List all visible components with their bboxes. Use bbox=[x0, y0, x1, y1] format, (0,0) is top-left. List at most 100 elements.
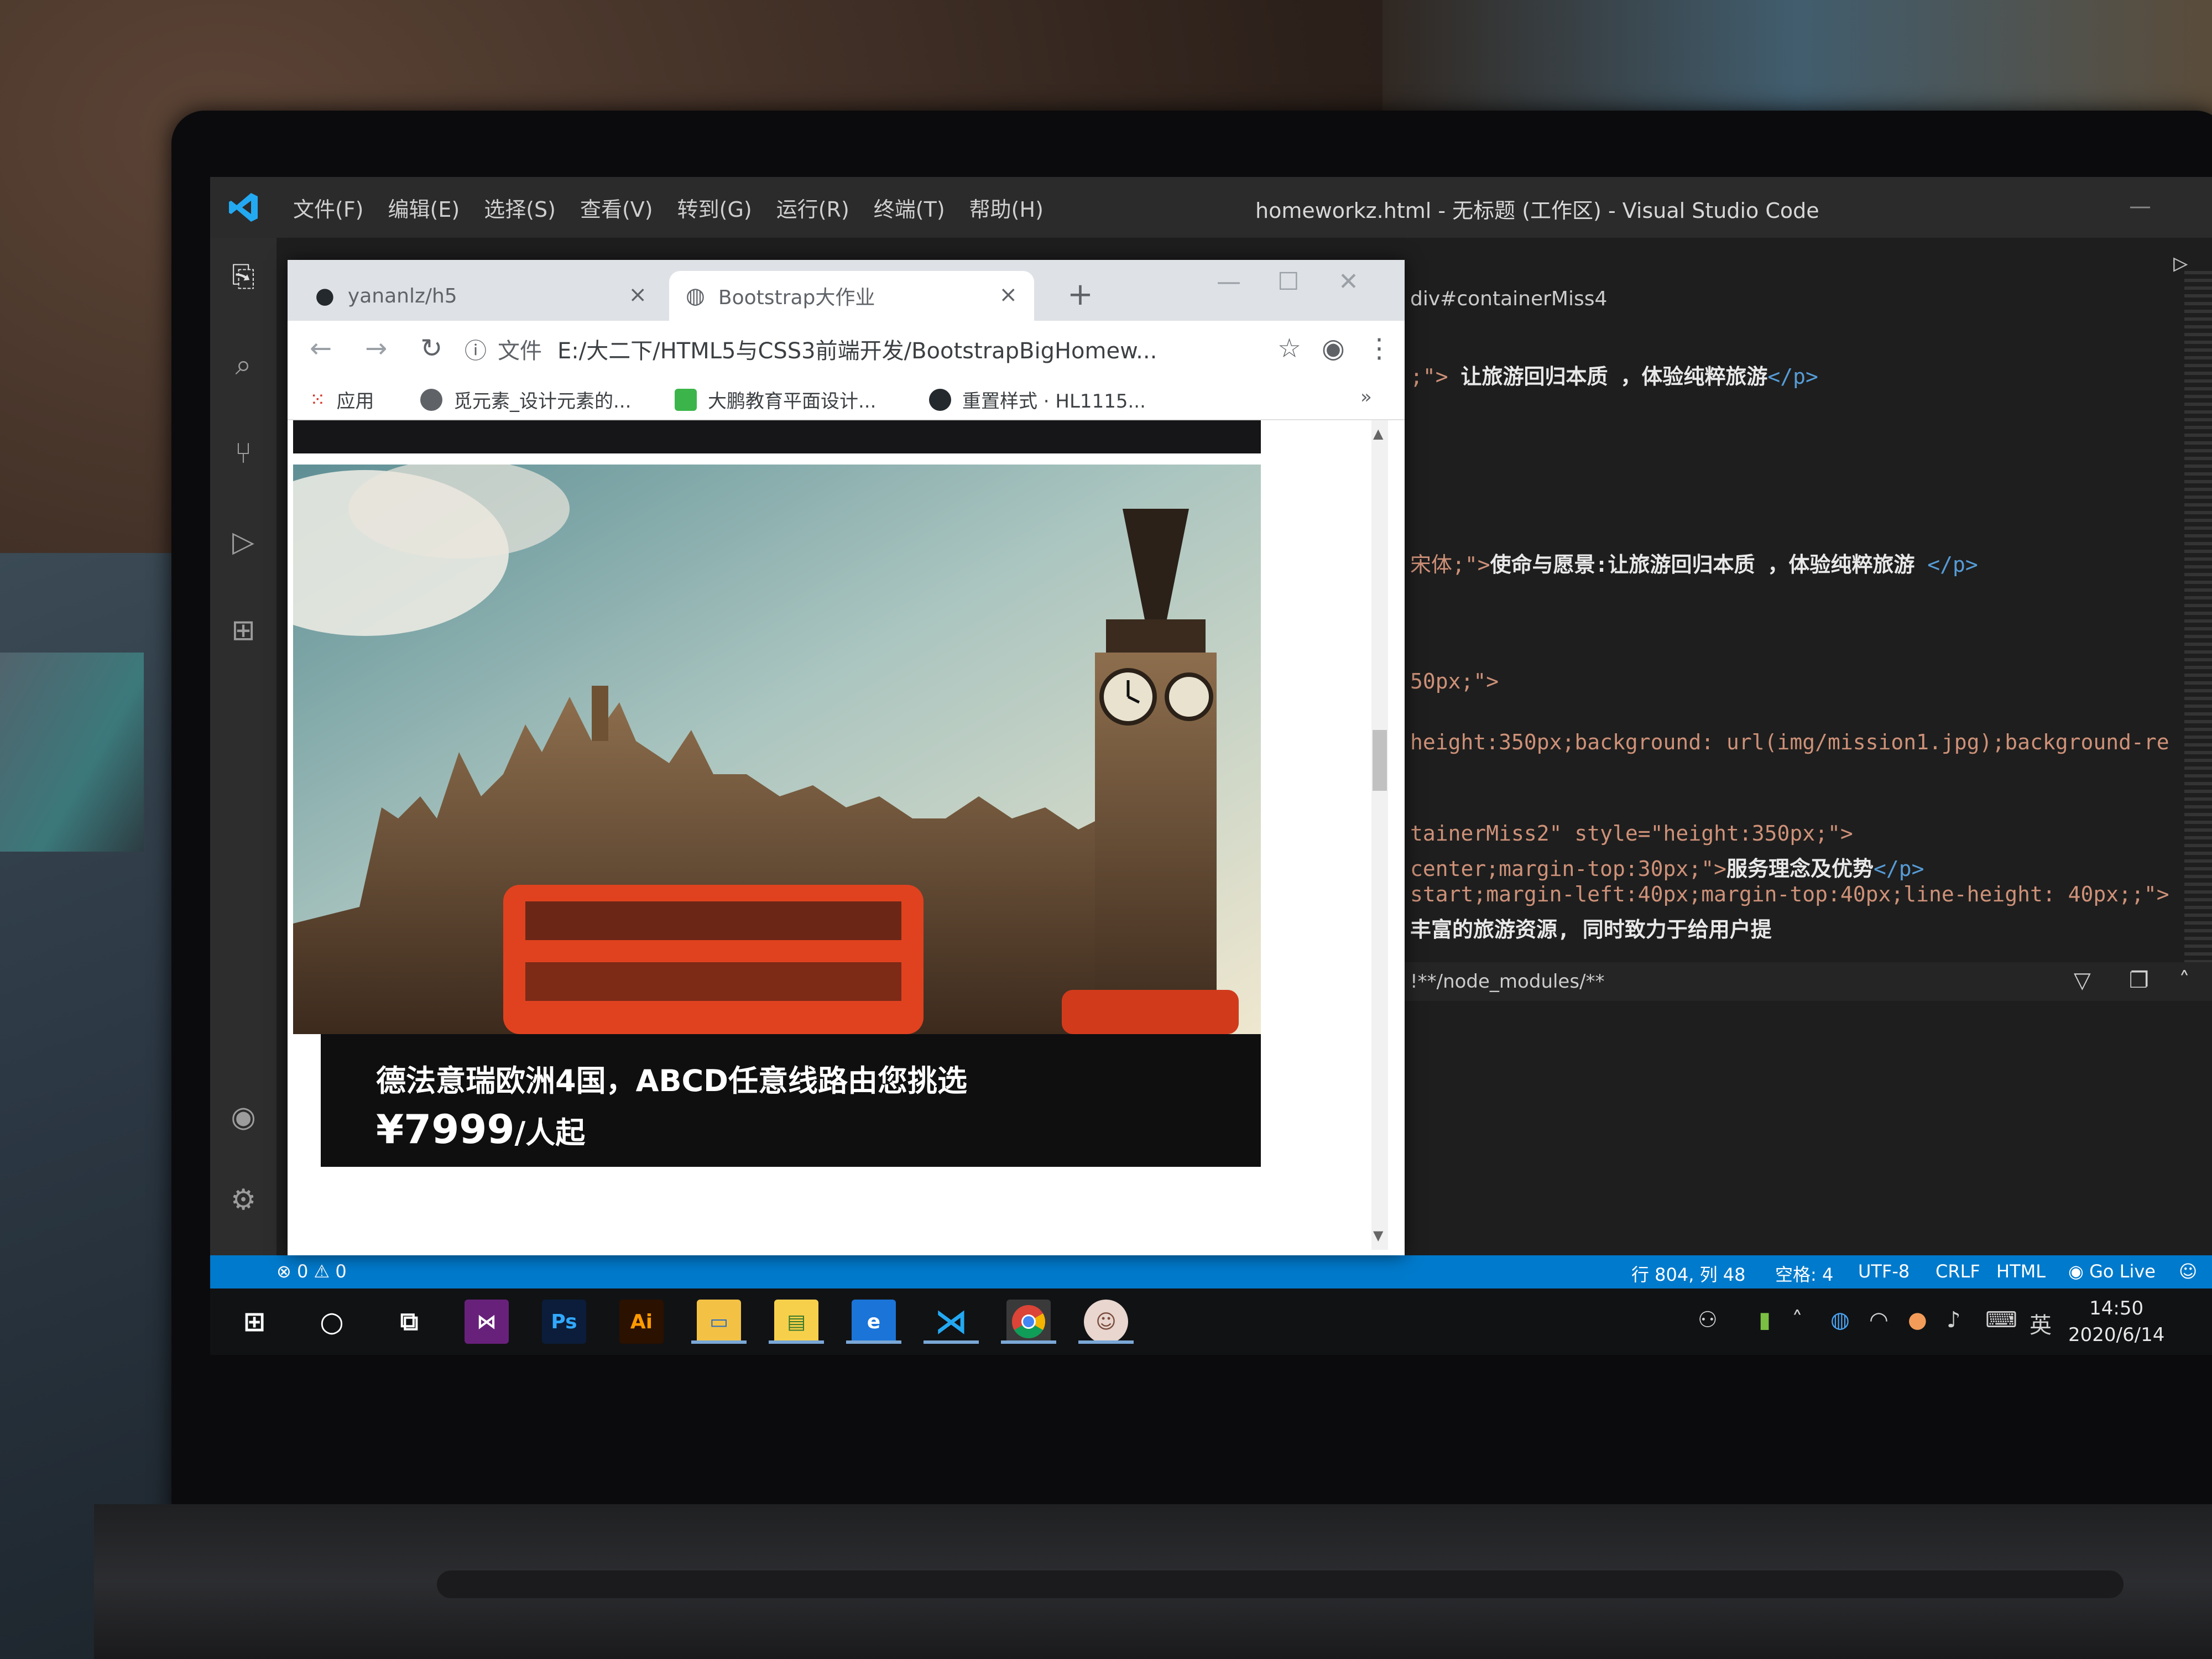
panel-header: !**/node_modules/** ▽ ❐ ˄ bbox=[1399, 962, 2212, 1001]
page-scrollbar[interactable] bbox=[1371, 420, 1388, 1250]
more-bookmarks-chevron-icon[interactable]: » bbox=[1360, 386, 1372, 408]
cortana-search-icon[interactable]: ○ bbox=[310, 1300, 354, 1344]
files-exclude-filter[interactable]: !**/node_modules/** bbox=[1410, 971, 1605, 993]
feedback-icon[interactable]: ☺ bbox=[2179, 1261, 2197, 1282]
file-explorer-icon[interactable]: ▭ bbox=[691, 1300, 747, 1344]
scrollbar-thumb[interactable] bbox=[1373, 730, 1387, 791]
menu-view[interactable]: 查看(V) bbox=[580, 192, 653, 223]
close-tab-icon[interactable]: × bbox=[628, 282, 647, 307]
broadcast-icon: ◉ bbox=[2068, 1261, 2090, 1282]
menu-run[interactable]: 运行(R) bbox=[776, 192, 849, 223]
go-live-button[interactable]: ◉ Go Live bbox=[2068, 1261, 2156, 1282]
edge-icon[interactable]: e bbox=[846, 1300, 901, 1344]
chrome-taskbar-icon[interactable] bbox=[1001, 1300, 1056, 1344]
keyboard-icon[interactable]: ⌨ bbox=[1985, 1307, 2017, 1333]
laptop-hinge bbox=[437, 1571, 2124, 1598]
code-line: 宋体;">使命与愿景:让旅游回归本质 ，体验纯粹旅游 </p> bbox=[1410, 552, 1978, 577]
profile-icon[interactable]: ◉ bbox=[1322, 333, 1345, 364]
task-view-icon[interactable]: ⧉ bbox=[387, 1300, 431, 1344]
globe-icon: ◍ bbox=[686, 283, 705, 309]
bookmark-apps[interactable]: ⁙ 应用 bbox=[310, 386, 374, 413]
menu-file[interactable]: 文件(F) bbox=[293, 192, 364, 223]
tray-app-icon[interactable]: ● bbox=[1908, 1307, 1927, 1333]
encoding-status[interactable]: UTF-8 bbox=[1858, 1261, 1910, 1282]
url-scheme-label: 文件 bbox=[498, 338, 542, 364]
bookmark-star-icon[interactable]: ☆ bbox=[1277, 333, 1301, 364]
maximize-icon[interactable]: ☐ bbox=[1277, 268, 1299, 296]
minimize-icon[interactable]: — bbox=[2129, 194, 2151, 219]
explorer-icon[interactable]: ⎘ bbox=[227, 260, 260, 293]
go-live-label: Go Live bbox=[2089, 1261, 2156, 1282]
language-mode[interactable]: HTML bbox=[1996, 1261, 2046, 1282]
search-icon[interactable]: ⌕ bbox=[227, 348, 260, 382]
menu-terminal[interactable]: 终端(T) bbox=[874, 192, 945, 223]
notepad-icon[interactable]: ▤ bbox=[769, 1300, 824, 1344]
cursor-position[interactable]: 行 804, 列 48 bbox=[1631, 1261, 1746, 1286]
scroll-up-arrow-icon[interactable]: ▲ bbox=[1373, 426, 1383, 441]
ime-indicator[interactable]: 英 bbox=[2030, 1307, 2052, 1339]
run-debug-icon[interactable]: ▷ bbox=[227, 525, 260, 559]
close-window-icon[interactable]: ✕ bbox=[1338, 268, 1359, 296]
account-icon[interactable]: ◉ bbox=[227, 1100, 260, 1134]
breadcrumb[interactable]: div#containerMiss4 bbox=[1410, 288, 1607, 310]
bottom-panel: !**/node_modules/** ▽ ❐ ˄ bbox=[1399, 962, 2212, 1255]
vscode-taskbar-icon[interactable]: ⋊ bbox=[924, 1300, 979, 1344]
menu-edit[interactable]: 编辑(E) bbox=[388, 192, 460, 223]
minimize-icon[interactable]: — bbox=[1217, 268, 1241, 296]
code-line: height:350px;background: url(img/mission… bbox=[1410, 730, 2169, 754]
back-arrow-icon[interactable]: ← bbox=[310, 333, 332, 364]
restore-panel-icon[interactable]: ❐ bbox=[2129, 968, 2149, 993]
code-editor[interactable]: div#containerMiss4 ▷ ;"> 让旅游回归本质 ，体验纯粹旅游… bbox=[1399, 238, 2212, 962]
reload-icon[interactable]: ↻ bbox=[420, 333, 442, 364]
photoshop-icon[interactable]: Ps bbox=[542, 1300, 586, 1344]
extensions-icon[interactable]: ⊞ bbox=[227, 614, 260, 647]
tour-caption: 德法意瑞欧洲4国，ABCD任意线路由您挑选 ¥7999/人起 bbox=[321, 1034, 1261, 1167]
eol-status[interactable]: CRLF bbox=[1936, 1261, 1980, 1282]
tray-expand-chevron-icon[interactable]: ˄ bbox=[1792, 1307, 1803, 1333]
forward-arrow-icon[interactable]: → bbox=[365, 333, 387, 364]
close-tab-icon[interactable]: × bbox=[999, 282, 1018, 307]
previous-section-edge bbox=[293, 420, 1261, 453]
menu-go[interactable]: 转到(G) bbox=[677, 192, 752, 223]
address-bar[interactable]: ⓘ 文件 E:/大二下/HTML5与CSS3前端开发/BootstrapBigH… bbox=[465, 331, 1266, 367]
bookmark-item[interactable]: 重置样式 · HL1115... bbox=[929, 386, 1146, 413]
chrome-menu-icon[interactable]: ⋮ bbox=[1366, 333, 1392, 364]
indentation-status[interactable]: 空格: 4 bbox=[1775, 1261, 1833, 1286]
info-icon[interactable]: ⓘ bbox=[465, 333, 487, 365]
page-viewport[interactable]: 德法意瑞欧洲4国，ABCD任意线路由您挑选 ¥7999/人起 ▲ ▼ bbox=[293, 420, 1388, 1250]
filter-icon[interactable]: ▽ bbox=[2074, 968, 2091, 993]
menu-selection[interactable]: 选择(S) bbox=[484, 192, 556, 223]
people-icon[interactable]: ⚇ bbox=[1698, 1307, 1718, 1333]
system-clock[interactable]: 14:50 2020/6/14 bbox=[2068, 1295, 2164, 1348]
user-avatar-app-icon[interactable]: ☺ bbox=[1078, 1300, 1134, 1344]
scroll-down-arrow-icon[interactable]: ▼ bbox=[1373, 1228, 1383, 1243]
apps-grid-icon: ⁙ bbox=[310, 388, 326, 411]
wifi-icon[interactable]: ◠ bbox=[1869, 1307, 1888, 1333]
illustrator-icon[interactable]: Ai bbox=[619, 1300, 664, 1344]
tab-github[interactable]: ● yananlz/h5 × bbox=[299, 271, 664, 321]
visual-studio-icon[interactable]: ⋈ bbox=[465, 1300, 509, 1344]
settings-gear-icon[interactable]: ⚙ bbox=[227, 1183, 260, 1217]
price-amount: ¥7999 bbox=[376, 1106, 515, 1152]
bookmark-item[interactable]: 大鹏教育平面设计... bbox=[675, 386, 876, 413]
battery-icon[interactable]: ▮ bbox=[1759, 1307, 1771, 1333]
menu-help[interactable]: 帮助(H) bbox=[969, 192, 1044, 223]
source-control-icon[interactable]: ⑂ bbox=[227, 437, 260, 470]
tab-bootstrap[interactable]: ◍ Bootstrap大作业 × bbox=[669, 271, 1034, 321]
chevron-up-icon[interactable]: ˄ bbox=[2179, 968, 2190, 993]
activity-bar: ⎘ ⌕ ⑂ ▷ ⊞ ◉ ⚙ bbox=[210, 238, 276, 1255]
new-tab-button[interactable]: + bbox=[1067, 276, 1093, 312]
dapeng-icon bbox=[675, 388, 697, 411]
chrome-logo-icon bbox=[1011, 1305, 1046, 1339]
network-globe-icon[interactable]: ◍ bbox=[1830, 1307, 1850, 1333]
running-indicator bbox=[846, 1340, 901, 1344]
volume-icon[interactable]: ♪ bbox=[1947, 1307, 1961, 1333]
windows-taskbar: ⊞ ○ ⧉ ⋈ Ps Ai ▭ ▤ e ⋊ ☺ ⚇ ▮ ˄ ◍ ◠ ● ♪ ⌨ … bbox=[210, 1288, 2212, 1355]
background-fabric bbox=[1383, 0, 2212, 127]
problems-indicator[interactable]: ⊗ 0 ⚠ 0 bbox=[276, 1261, 347, 1282]
bookmark-item[interactable]: 觅元素_设计元素的... bbox=[420, 386, 631, 413]
laptop-screen: 文件(F) 编辑(E) 选择(S) 查看(V) 转到(G) 运行(R) 终端(T… bbox=[210, 177, 2212, 1355]
windows-start-icon[interactable]: ⊞ bbox=[232, 1300, 276, 1344]
minimap[interactable] bbox=[2184, 271, 2212, 962]
github-icon bbox=[929, 388, 951, 411]
